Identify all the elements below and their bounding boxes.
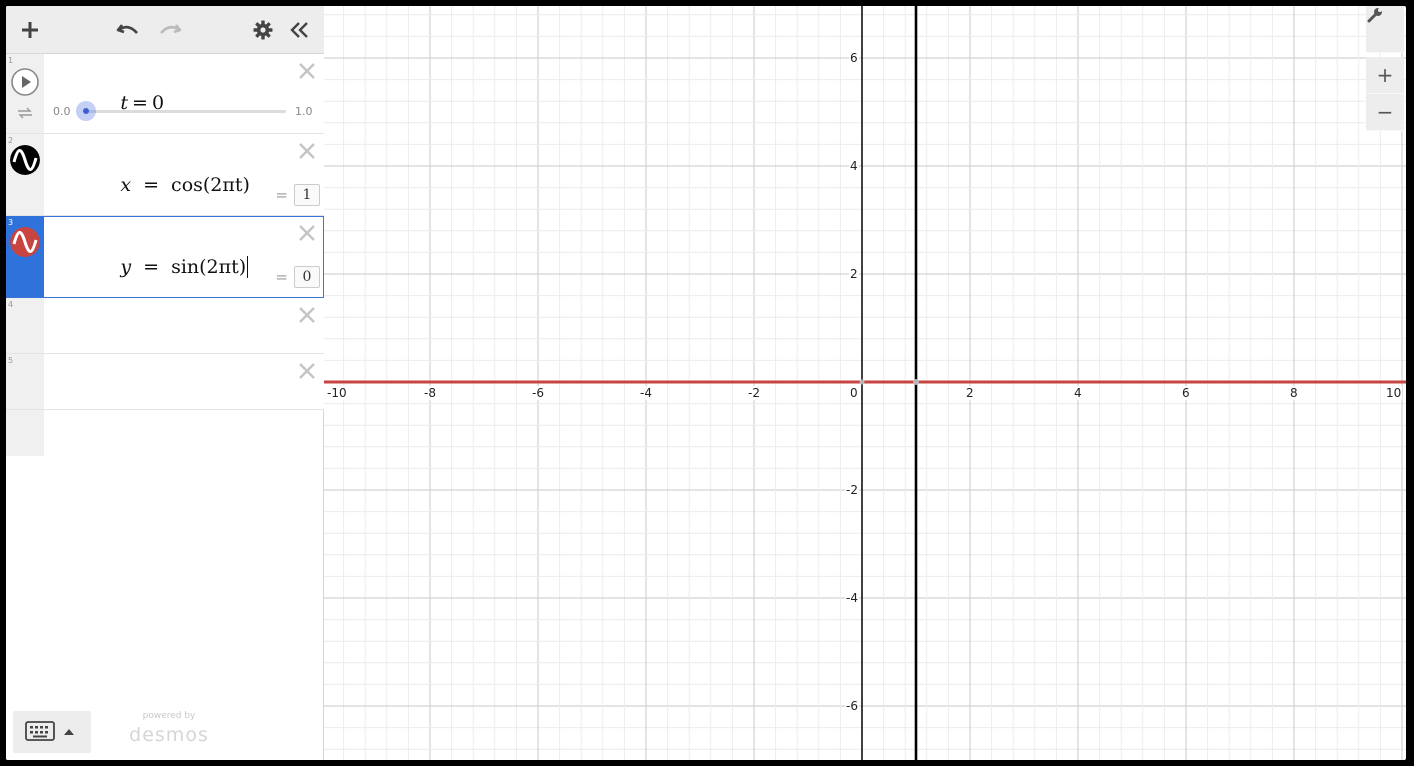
settings-button[interactable]	[249, 16, 277, 44]
expression-gutter: 2	[6, 134, 44, 215]
redo-icon	[160, 24, 182, 34]
expression-gutter: 5	[6, 354, 44, 409]
rhs-expression: sin(2πt)	[171, 256, 247, 278]
powered-by-text: powered by	[142, 711, 196, 721]
redo-button[interactable]	[156, 16, 184, 44]
expression-gutter: 4	[6, 298, 44, 353]
equals-sign: =	[143, 174, 160, 196]
x-tick-label: 0	[849, 386, 859, 400]
gutter-filler	[6, 410, 44, 456]
origin-point[interactable]	[859, 379, 865, 385]
curve-color-icon[interactable]	[10, 227, 40, 257]
x-tick-label: -4	[639, 386, 653, 400]
y-tick-label: 4	[849, 159, 859, 173]
x-tick-label: -2	[747, 386, 761, 400]
expression-index: 5	[8, 356, 14, 365]
panel-footer: powered by desmos	[6, 708, 324, 760]
loop-icon[interactable]	[16, 106, 34, 120]
text-cursor: ​	[247, 256, 249, 278]
graph-grid	[324, 6, 1406, 760]
collapse-icon	[290, 22, 308, 38]
graph-paper[interactable]: -10 -8 -6 -4 -2 0 2 4 6 8 10 6 4 2 -2 -4 -6 + −	[324, 6, 1406, 760]
keypad-toggle-button[interactable]	[13, 711, 91, 753]
graph-settings-button[interactable]	[1366, 6, 1404, 53]
expression-toolbar	[6, 6, 324, 54]
evaluation-equals: =	[275, 268, 288, 286]
zoom-out-button[interactable]: −	[1366, 94, 1404, 131]
plus-icon	[22, 22, 38, 38]
desmos-logo[interactable]: desmos	[124, 724, 214, 746]
slider-thumb[interactable]	[76, 101, 96, 121]
x-tick-label: 6	[1181, 386, 1191, 400]
x-tick-label: -6	[531, 386, 545, 400]
expression-empty[interactable]: 4	[6, 298, 324, 354]
slider-track[interactable]	[86, 110, 286, 113]
y-tick-label: 2	[849, 267, 859, 281]
expression-index: 2	[8, 136, 14, 145]
graph-controls: + −	[1366, 6, 1404, 131]
expression-latex[interactable]: t = 0	[60, 70, 164, 136]
rhs-expression: cos(2πt)	[171, 174, 250, 196]
y-tick-label: -6	[845, 699, 859, 713]
expression-panel: 1 t = 0 0.0 1.0 2 x = cos(2πt) = 1 3 y =…	[6, 6, 324, 760]
undo-icon	[116, 24, 138, 34]
delete-expression-icon[interactable]	[298, 362, 316, 380]
expression-index: 1	[8, 56, 14, 65]
x-tick-label: 4	[1073, 386, 1083, 400]
x-tick-label: -8	[423, 386, 437, 400]
slider-min-label[interactable]: 0.0	[53, 105, 71, 118]
evaluation-value: 0	[294, 266, 320, 288]
expression-gutter: 1	[6, 54, 44, 133]
play-icon[interactable]	[10, 67, 40, 97]
x-tick-label: 2	[965, 386, 975, 400]
gear-icon	[253, 20, 273, 40]
y-tick-label: -2	[845, 483, 859, 497]
equals-sign: =	[143, 256, 160, 278]
expression-index: 3	[8, 218, 14, 227]
lhs-variable: y	[120, 256, 132, 278]
curve-color-icon[interactable]	[10, 145, 40, 175]
caret-up-icon	[64, 729, 74, 735]
y-tick-label: 6	[849, 51, 859, 65]
expression-empty[interactable]: 5	[6, 354, 324, 410]
delete-expression-icon[interactable]	[298, 62, 316, 80]
add-item-button[interactable]	[16, 16, 44, 44]
expression-x[interactable]: 2 x = cos(2πt) = 1	[6, 134, 324, 216]
expression-latex[interactable]: x = cos(2πt)	[60, 152, 250, 218]
evaluation-equals: =	[275, 186, 288, 204]
y-tick-label: -4	[845, 591, 859, 605]
zoom-in-button[interactable]: +	[1366, 57, 1404, 94]
delete-expression-icon[interactable]	[298, 224, 316, 242]
x-tick-label: 8	[1289, 386, 1299, 400]
slider-max-label[interactable]: 1.0	[295, 105, 313, 118]
expression-y[interactable]: 3 y = sin(2πt)​ = 0	[6, 216, 324, 298]
zoom-out-icon: −	[1376, 100, 1394, 124]
expression-gutter: 3	[6, 216, 44, 297]
intersection-point[interactable]	[913, 379, 919, 385]
evaluation-value: 1	[294, 184, 320, 206]
undo-button[interactable]	[114, 16, 142, 44]
expression-latex[interactable]: y = sin(2πt)​	[60, 234, 249, 300]
desmos-app: 1 t = 0 0.0 1.0 2 x = cos(2πt) = 1 3 y =…	[6, 6, 1406, 760]
keyboard-icon	[25, 721, 55, 741]
expression-list: 1 t = 0 0.0 1.0 2 x = cos(2πt) = 1 3 y =…	[6, 54, 324, 456]
expression-slider-t[interactable]: 1 t = 0 0.0 1.0	[6, 54, 324, 134]
expression-index: 4	[8, 300, 14, 309]
wrench-icon	[1367, 8, 1382, 23]
lhs-variable: x	[120, 174, 132, 196]
collapse-panel-button[interactable]	[286, 16, 314, 44]
x-tick-label: 10	[1385, 386, 1403, 400]
delete-expression-icon[interactable]	[298, 142, 316, 160]
delete-expression-icon[interactable]	[298, 306, 316, 324]
zoom-in-icon: +	[1376, 63, 1394, 87]
x-tick-label: -10	[326, 386, 348, 400]
